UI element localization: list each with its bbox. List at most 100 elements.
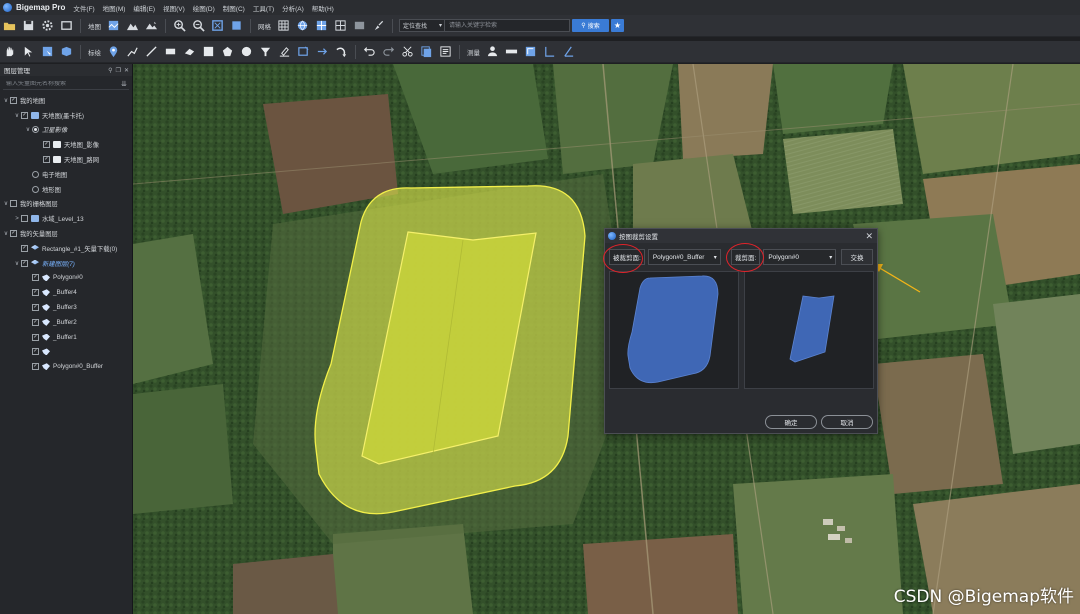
draw-polygon-button[interactable]	[220, 44, 236, 60]
layer-tree-row[interactable]: > 水域_Level_13	[0, 211, 132, 226]
layer-search-icon[interactable]: ⚲	[108, 67, 112, 74]
layer-checkbox[interactable]: ✓	[32, 304, 39, 312]
layer-tree-row[interactable]: ∨ ✓ 天地图(墨卡托)	[0, 108, 132, 123]
layer-checkbox[interactable]: ✓	[32, 289, 39, 297]
layer-checkbox[interactable]: ✓	[21, 111, 28, 119]
terrain-button[interactable]	[125, 18, 141, 34]
pan-button[interactable]	[2, 44, 18, 60]
layer-checkbox[interactable]: ✓	[32, 318, 39, 326]
draw-point-button[interactable]	[106, 44, 122, 60]
dialog-close-button[interactable]: ✕	[865, 231, 873, 242]
layer-tree-row[interactable]: ✓ _Buffer2	[0, 315, 132, 330]
copy-button[interactable]	[419, 44, 435, 60]
layer-tree-row[interactable]: ✓ _Buffer4	[0, 285, 132, 300]
select-button[interactable]	[21, 44, 37, 60]
search-button[interactable]: ⚲ 搜索	[572, 19, 609, 32]
draw-curve-button[interactable]	[334, 44, 350, 60]
layer-tree-row[interactable]: ∨ 卫星影像	[0, 123, 132, 138]
layer-tree-row[interactable]: ∨ ✓ 我的矢量图层	[0, 226, 132, 241]
expand-toggle-icon[interactable]: ∨	[2, 200, 10, 207]
layer-tree-row[interactable]: ✓ Polygon#0	[0, 271, 132, 286]
layer-tree-row[interactable]: 地形图	[0, 182, 132, 197]
menu-help[interactable]: 帮助(H)	[312, 3, 334, 13]
draw-arrow-button[interactable]	[315, 44, 331, 60]
expand-toggle-icon[interactable]: >	[13, 216, 21, 222]
tile-button[interactable]	[333, 18, 349, 34]
paste-button[interactable]	[438, 44, 454, 60]
grid-blue-button[interactable]	[314, 18, 330, 34]
measure-area-button[interactable]	[523, 44, 539, 60]
draw-freehand-button[interactable]	[182, 44, 198, 60]
layer-radio[interactable]	[32, 185, 39, 193]
zoom-in-button[interactable]	[172, 18, 188, 34]
draw-polyline-button[interactable]	[125, 44, 141, 60]
favorite-button[interactable]: ★	[611, 19, 624, 32]
grid-button[interactable]	[276, 18, 292, 34]
close-icon[interactable]: ✕	[124, 67, 129, 74]
layer-checkbox[interactable]: ✓	[21, 244, 28, 252]
layer-checkbox[interactable]: ✓	[32, 363, 39, 371]
layer-checkbox[interactable]: ✓	[43, 141, 50, 149]
menu-analysis[interactable]: 分析(A)	[282, 3, 304, 13]
draw-text-button[interactable]	[277, 44, 293, 60]
locate-select[interactable]: 定位查找 ▾	[399, 19, 445, 32]
layer-tree-row[interactable]: ✓ _Buffer1	[0, 330, 132, 345]
search-input[interactable]	[445, 19, 570, 32]
expand-toggle-icon[interactable]: ∨	[24, 126, 32, 133]
measure-distance-button[interactable]	[504, 44, 520, 60]
measure-angle-button[interactable]	[542, 44, 558, 60]
identify-button[interactable]	[59, 44, 75, 60]
full-extent-button[interactable]	[229, 18, 245, 34]
menu-edit[interactable]: 编辑(E)	[133, 3, 155, 13]
menu-cartography[interactable]: 制图(C)	[223, 3, 245, 13]
draw-sector-button[interactable]	[258, 44, 274, 60]
layer-checkbox[interactable]: ✓	[43, 156, 50, 164]
undo-button[interactable]	[362, 44, 378, 60]
swap-button[interactable]: 交换	[841, 249, 873, 265]
expand-toggle-icon[interactable]: ∨	[13, 260, 21, 267]
overlay-button[interactable]	[144, 18, 160, 34]
settings-button[interactable]	[40, 18, 56, 34]
menu-file[interactable]: 文件(F)	[73, 3, 94, 13]
draw-line-button[interactable]	[144, 44, 160, 60]
measure-azimuth-button[interactable]	[561, 44, 577, 60]
layer-checkbox[interactable]: ✓	[21, 259, 28, 267]
zoom-extent-button[interactable]	[210, 18, 226, 34]
redo-button[interactable]	[381, 44, 397, 60]
layer-checkbox[interactable]: ✓	[32, 333, 39, 341]
open-folder-button[interactable]	[2, 18, 18, 34]
box-select-button[interactable]	[40, 44, 56, 60]
menu-map[interactable]: 地图(M)	[103, 3, 126, 13]
layer-checkbox[interactable]: ✓	[32, 348, 39, 356]
layer-search-input[interactable]	[3, 80, 122, 87]
menu-tools[interactable]: 工具(T)	[253, 3, 274, 13]
expand-toggle-icon[interactable]: ∨	[13, 112, 21, 119]
layer-tree-row[interactable]: ∨ 我的栅格图层	[0, 197, 132, 212]
layer-tree-row[interactable]: ✓ Rectangle_#1_矢量下载(0)	[0, 241, 132, 256]
zoom-out-button[interactable]	[191, 18, 207, 34]
layer-tree-row[interactable]: ✓	[0, 345, 132, 360]
expand-toggle-icon[interactable]: ∨	[2, 230, 10, 237]
draw-rectangle-button[interactable]	[201, 44, 217, 60]
layer-radio[interactable]	[32, 170, 39, 178]
clear-button[interactable]	[371, 18, 387, 34]
cut-button[interactable]	[400, 44, 416, 60]
layer-checkbox[interactable]: ✓	[10, 230, 17, 238]
restore-icon[interactable]: ❐	[116, 67, 121, 74]
layer-checkbox[interactable]	[10, 200, 17, 208]
layer-checkbox[interactable]: ✓	[32, 274, 39, 282]
menu-view[interactable]: 视图(V)	[163, 3, 185, 13]
layer-tree-row[interactable]: 电子地图	[0, 167, 132, 182]
map-source-button[interactable]	[106, 18, 122, 34]
collapse-all-icon[interactable]: ⇊	[121, 80, 127, 88]
layer-checkbox[interactable]: ✓	[10, 96, 17, 104]
draw-rectangle-line-button[interactable]	[163, 44, 179, 60]
save-button[interactable]	[21, 18, 37, 34]
cancel-button[interactable]: 取消	[821, 415, 873, 429]
draw-label-button[interactable]	[296, 44, 312, 60]
layer-tree-row[interactable]: ∨ ✓ 新建图层(7)	[0, 256, 132, 271]
draw-circle-button[interactable]	[239, 44, 255, 60]
measure-person-button[interactable]	[485, 44, 501, 60]
layer-tree-row[interactable]: ∨ ✓ 我的地图	[0, 93, 132, 108]
window-button[interactable]	[59, 18, 75, 34]
